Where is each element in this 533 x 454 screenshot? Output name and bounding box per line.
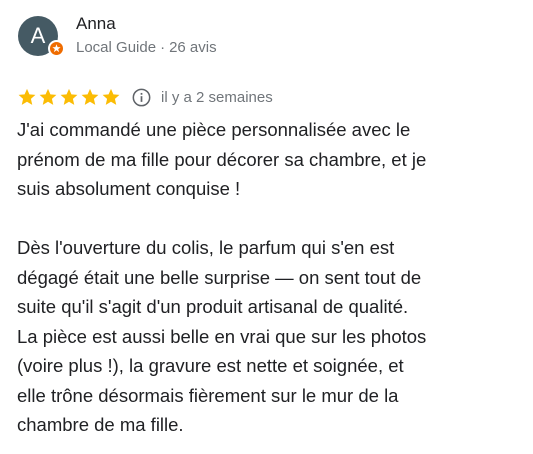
review-card: A Anna Local Guide · 26 avis il y a 2 sema… [0, 0, 533, 454]
review-text-line: J'ai commandé une pièce personnalisée av… [17, 119, 411, 140]
review-text-line: elle trône désormais fièrement sur le mu… [17, 384, 399, 406]
author-meta[interactable]: Local Guide · 26 avis [76, 39, 217, 56]
review-text-line: chambre de ma fille. [17, 414, 184, 435]
review-text-line: Dès l'ouverture du colis, le parfum qui … [17, 237, 395, 258]
review-text-line: prénom de ma fille pour décorer sa chamb… [17, 148, 427, 170]
review-text-line: suis absolument conquise ! [17, 178, 241, 199]
star-icon [102, 88, 120, 105]
meta-separator: · [160, 39, 166, 56]
review-text-line: La pièce est aussi belle en vrai que sur… [17, 325, 427, 347]
info-icon[interactable] [132, 88, 151, 107]
star-icon [39, 88, 57, 105]
star-icon [18, 88, 36, 105]
review-text-line: dégagé était une belle surprise — on sen… [17, 266, 422, 288]
rating-row: il y a 2 semaines [17, 86, 273, 108]
star-icon [60, 88, 78, 105]
review-text-line: (voire plus !), la gravure est nette et … [17, 355, 404, 376]
review-text: J'ai commandé une pièce personnalisée av… [17, 115, 527, 440]
star-icon [81, 88, 99, 105]
review-count: 26 avis [169, 39, 217, 56]
review-text-line: suite qu'il s'agit d'un produit artisana… [17, 296, 409, 317]
review-date: il y a 2 semaines [161, 88, 273, 106]
author-name[interactable]: Anna [76, 14, 116, 34]
local-guide-label: Local Guide [76, 39, 157, 56]
star-rating [17, 87, 122, 107]
avatar-initial: A [30, 23, 46, 48]
local-guide-badge-icon [48, 40, 65, 57]
